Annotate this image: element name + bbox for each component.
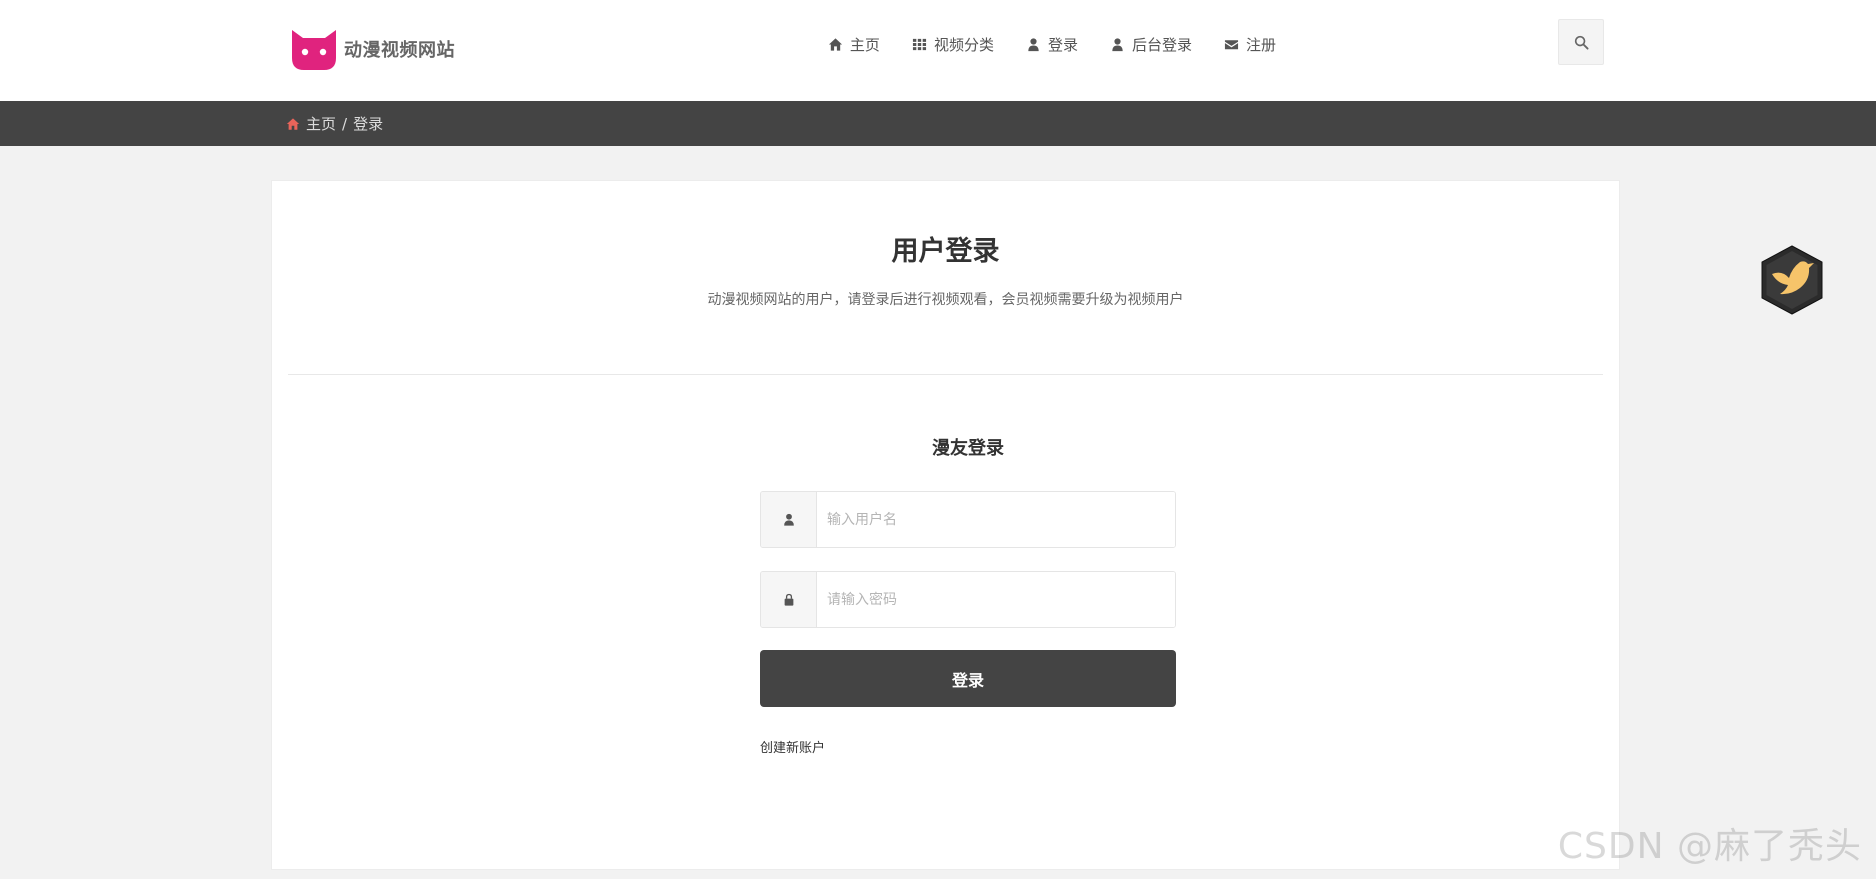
username-input[interactable] [817,492,1175,547]
login-button[interactable]: 登录 [760,650,1176,707]
nav-item-admin-login[interactable]: 后台登录 [1110,34,1192,55]
username-field [760,491,1176,548]
site-logo[interactable]: 动漫视频网站 [290,26,455,72]
nav-label: 视频分类 [933,35,994,54]
password-addon [761,572,817,627]
bird-icon [1761,245,1823,315]
user-icon [1112,37,1123,51]
page-subtitle: 动漫视频网站的用户，请登录后进行视频观看，会员视频需要升级为视频用户 [707,292,1184,308]
create-account-link[interactable]: 创建新账户 [760,737,825,756]
search-button[interactable] [1558,19,1604,65]
floating-bird-badge[interactable] [1758,244,1826,316]
watermark: CSDN @麻了秃头 [1557,826,1862,867]
divider [288,374,1603,375]
main-nav: 主页 视频分类 登录 后台登录 注册 [796,30,1276,58]
nav-item-home[interactable]: 主页 [828,34,880,55]
site-header: 动漫视频网站 主页 视频分类 登录 后台登录 注册 [0,0,1876,101]
nav-item-categories[interactable]: 视频分类 [912,34,994,55]
breadcrumb-home-link[interactable]: 主页 [306,113,336,134]
breadcrumb-separator: / [342,114,348,133]
nav-label: 登录 [1047,35,1078,54]
nav-label: 后台登录 [1131,35,1192,54]
nav-label: 注册 [1245,35,1276,54]
breadcrumb-bar: 主页 / 登录 [0,101,1876,146]
login-card: 用户登录 动漫视频网站的用户，请登录后进行视频观看，会员视频需要升级为视频用户 … [271,180,1620,870]
home-icon [286,117,300,130]
form-title: 漫友登录 [932,438,1004,459]
nav-label: 主页 [849,35,880,54]
password-input[interactable] [817,572,1175,627]
breadcrumb-current: 登录 [353,115,384,133]
breadcrumb: 主页 / 登录 [286,101,383,146]
user-icon [1028,37,1039,51]
home-icon [828,37,842,51]
password-field [760,571,1176,628]
nav-item-register[interactable]: 注册 [1224,34,1276,55]
cat-logo-icon [292,30,336,70]
page-title: 用户登录 [891,236,1000,267]
nav-item-login[interactable]: 登录 [1026,34,1078,55]
username-addon [761,492,817,547]
grid-icon [912,38,926,50]
search-icon [1574,35,1589,50]
envelope-icon [1224,39,1239,49]
user-icon [783,513,794,526]
logo-text: 动漫视频网站 [344,40,455,61]
lock-icon [784,593,793,606]
